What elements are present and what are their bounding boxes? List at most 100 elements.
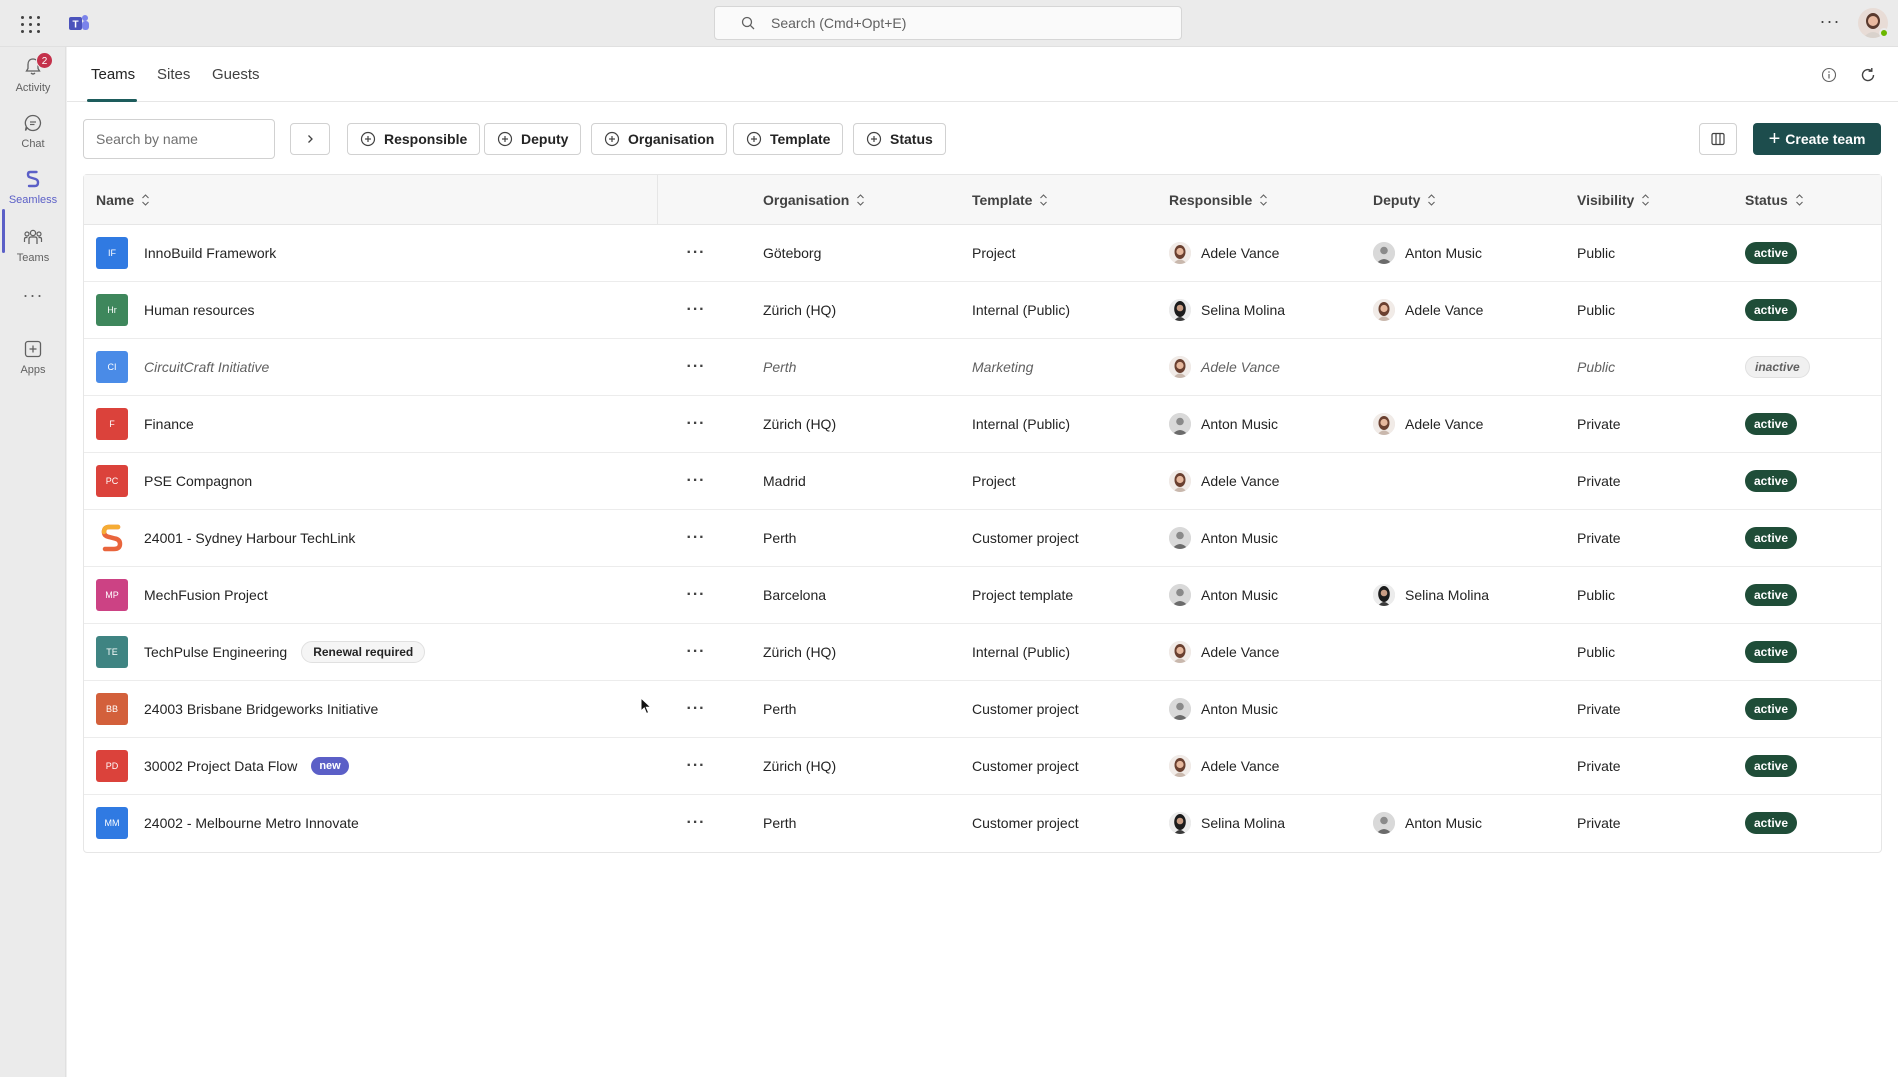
table-row[interactable]: CI CircuitCraft Initiative ··· Perth Marketi… bbox=[84, 339, 1881, 396]
team-name-cell[interactable]: 24001 - Sydney Harbour TechLink bbox=[96, 510, 355, 566]
table-row[interactable]: MM 24002 - Melbourne Metro Innovate ··· Per… bbox=[84, 795, 1881, 852]
column-header-organisation[interactable]: Organisation bbox=[763, 175, 865, 225]
template-cell: Marketing bbox=[972, 359, 1034, 375]
status-cell: inactive bbox=[1745, 339, 1810, 395]
tab-teams[interactable]: Teams bbox=[91, 66, 135, 83]
team-name-cell[interactable]: PC PSE Compagnon bbox=[96, 453, 252, 509]
table-row[interactable]: IF InnoBuild Framework ··· Göteborg Project A… bbox=[84, 225, 1881, 282]
responsible-cell[interactable]: Anton Music bbox=[1169, 396, 1278, 452]
column-header-responsible[interactable]: Responsible bbox=[1169, 175, 1268, 225]
table-row[interactable]: PD 30002 Project Data Flow new ··· Zürich (H… bbox=[84, 738, 1881, 795]
filter-deputy-button[interactable]: Deputy bbox=[484, 123, 582, 155]
column-header-deputy[interactable]: Deputy bbox=[1373, 175, 1436, 225]
responsible-cell[interactable]: Anton Music bbox=[1169, 510, 1278, 566]
team-name-cell[interactable]: F Finance bbox=[96, 396, 194, 452]
column-header-template[interactable]: Template bbox=[972, 175, 1048, 225]
rail-item-seamless[interactable]: Seamless bbox=[0, 159, 66, 215]
deputy-cell[interactable]: Adele Vance bbox=[1373, 282, 1483, 338]
team-name-cell[interactable]: TE TechPulse Engineering Renewal required bbox=[96, 624, 426, 680]
responsible-cell[interactable]: Adele Vance bbox=[1169, 339, 1280, 395]
column-header-name[interactable]: Name bbox=[96, 175, 150, 225]
column-header-visibility[interactable]: Visibility bbox=[1577, 175, 1650, 225]
team-name[interactable]: InnoBuild Framework bbox=[144, 245, 276, 261]
deputy-cell[interactable]: Anton Music bbox=[1373, 795, 1482, 851]
more-options-icon[interactable]: ··· bbox=[1817, 11, 1843, 35]
row-more-options-icon[interactable]: ··· bbox=[684, 282, 708, 338]
table-row[interactable]: 24001 - Sydney Harbour TechLink ··· Perth C… bbox=[84, 510, 1881, 567]
table-row[interactable]: Hr Human resources ··· Zürich (HQ) Internal … bbox=[84, 282, 1881, 339]
column-header-status[interactable]: Status bbox=[1745, 175, 1804, 225]
responsible-cell[interactable]: Adele Vance bbox=[1169, 624, 1279, 680]
row-more-options-icon[interactable]: ··· bbox=[684, 453, 708, 509]
team-name[interactable]: CircuitCraft Initiative bbox=[144, 359, 269, 375]
team-name-cell[interactable]: Hr Human resources bbox=[96, 282, 255, 338]
global-search-box[interactable] bbox=[714, 6, 1182, 40]
deputy-cell[interactable]: Anton Music bbox=[1373, 225, 1482, 281]
template-cell: Internal (Public) bbox=[972, 416, 1071, 432]
responsible-cell[interactable]: Adele Vance bbox=[1169, 225, 1279, 281]
rail-item-chat[interactable]: Chat bbox=[0, 103, 66, 159]
filter-responsible-button[interactable]: Responsible bbox=[347, 123, 481, 155]
add-circle-icon bbox=[360, 131, 376, 147]
team-name[interactable]: 24002 - Melbourne Metro Innovate bbox=[144, 815, 359, 831]
team-name-cell[interactable]: IF InnoBuild Framework bbox=[96, 225, 276, 281]
table-row[interactable]: PC PSE Compagnon ··· Madrid Project Adele Van… bbox=[84, 453, 1881, 510]
team-initials-icon: PD bbox=[96, 750, 128, 782]
sort-icon bbox=[1795, 194, 1803, 206]
team-name[interactable]: 24003 Brisbane Bridgeworks Initiative bbox=[144, 701, 378, 717]
team-name[interactable]: Finance bbox=[144, 416, 194, 432]
team-name[interactable]: 24001 - Sydney Harbour TechLink bbox=[144, 530, 355, 546]
column-settings-button[interactable] bbox=[1699, 123, 1737, 155]
search-by-name-input[interactable] bbox=[83, 119, 275, 159]
tab-sites[interactable]: Sites bbox=[157, 66, 190, 83]
team-name[interactable]: PSE Compagnon bbox=[144, 473, 252, 489]
deputy-cell[interactable]: Selina Molina bbox=[1373, 567, 1489, 623]
rail-item-apps[interactable]: Apps bbox=[0, 329, 66, 385]
app-launcher-icon[interactable] bbox=[20, 13, 42, 35]
responsible-cell[interactable]: Selina Molina bbox=[1169, 282, 1285, 338]
row-more-options-icon[interactable]: ··· bbox=[684, 624, 708, 680]
team-name[interactable]: MechFusion Project bbox=[144, 587, 268, 603]
tab-guests[interactable]: Guests bbox=[212, 66, 260, 83]
responsible-cell[interactable]: Anton Music bbox=[1169, 567, 1278, 623]
team-name[interactable]: TechPulse Engineering bbox=[144, 644, 287, 660]
rail-item-teams[interactable]: Teams bbox=[0, 217, 66, 273]
submit-search-button[interactable] bbox=[290, 123, 330, 155]
rail-item-activity[interactable]: 2 Activity bbox=[0, 47, 66, 103]
responsible-cell[interactable]: Adele Vance bbox=[1169, 738, 1279, 794]
info-icon[interactable] bbox=[1821, 67, 1837, 83]
team-name[interactable]: Human resources bbox=[144, 302, 255, 318]
filter-status-button[interactable]: Status bbox=[853, 123, 946, 155]
row-more-options-icon[interactable]: ··· bbox=[684, 396, 708, 452]
rail-more-apps-icon[interactable]: ··· bbox=[0, 275, 66, 331]
deputy-cell[interactable]: Adele Vance bbox=[1373, 396, 1483, 452]
responsible-cell[interactable]: Anton Music bbox=[1169, 681, 1278, 737]
teams-icon bbox=[23, 229, 43, 244]
team-name[interactable]: 30002 Project Data Flow bbox=[144, 758, 297, 774]
responsible-cell[interactable]: Adele Vance bbox=[1169, 453, 1279, 509]
filter-toolbar: Responsible Deputy Organisation Template… bbox=[67, 119, 1898, 161]
filter-organisation-button[interactable]: Organisation bbox=[591, 123, 728, 155]
row-more-options-icon[interactable]: ··· bbox=[684, 567, 708, 623]
filter-template-button[interactable]: Template bbox=[733, 123, 844, 155]
row-more-options-icon[interactable]: ··· bbox=[684, 510, 708, 566]
refresh-icon[interactable] bbox=[1859, 66, 1877, 84]
table-row[interactable]: TE TechPulse Engineering Renewal required ·… bbox=[84, 624, 1881, 681]
table-row[interactable]: MP MechFusion Project ··· Barcelona Project … bbox=[84, 567, 1881, 624]
team-name-cell[interactable]: MM 24002 - Melbourne Metro Innovate bbox=[96, 795, 359, 851]
table-row[interactable]: BB 24003 Brisbane Bridgeworks Initiative ·… bbox=[84, 681, 1881, 738]
row-more-options-icon[interactable]: ··· bbox=[684, 738, 708, 794]
global-search-input[interactable] bbox=[771, 15, 1151, 31]
team-name-cell[interactable]: PD 30002 Project Data Flow new bbox=[96, 738, 349, 794]
team-name-cell[interactable]: CI CircuitCraft Initiative bbox=[96, 339, 269, 395]
team-name-cell[interactable]: BB 24003 Brisbane Bridgeworks Initiative bbox=[96, 681, 378, 737]
person-avatar bbox=[1169, 470, 1191, 492]
row-more-options-icon[interactable]: ··· bbox=[684, 225, 708, 281]
row-more-options-icon[interactable]: ··· bbox=[684, 681, 708, 737]
row-more-options-icon[interactable]: ··· bbox=[684, 339, 708, 395]
table-row[interactable]: F Finance ··· Zürich (HQ) Internal (Public) A… bbox=[84, 396, 1881, 453]
create-team-button[interactable]: + Create team bbox=[1753, 123, 1881, 155]
responsible-cell[interactable]: Selina Molina bbox=[1169, 795, 1285, 851]
team-name-cell[interactable]: MP MechFusion Project bbox=[96, 567, 268, 623]
row-more-options-icon[interactable]: ··· bbox=[684, 795, 708, 851]
